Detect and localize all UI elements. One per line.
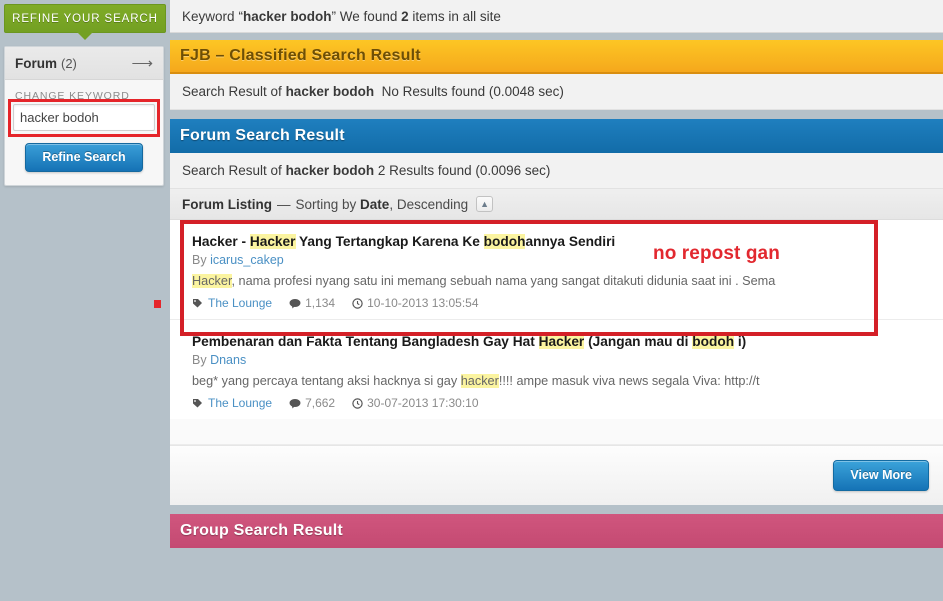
refine-header-label: REFINE YOUR SEARCH	[12, 12, 158, 25]
result-views-count: 1,134	[305, 296, 336, 310]
forum-result-prefix: Search Result of	[182, 163, 286, 178]
fjb-section: FJB – Classified Search Result Search Re…	[170, 40, 943, 110]
group-title: Group Search Result	[180, 522, 343, 539]
forum-section-footer: View More	[170, 445, 943, 505]
sidebar-item-forum[interactable]: Forum (2) ⟶	[5, 47, 163, 80]
fjb-result-prefix: Search Result of	[182, 84, 286, 99]
refine-sidebar: REFINE YOUR SEARCH Forum (2) ⟶ CHANGE KE…	[0, 0, 170, 601]
result-views-count: 7,662	[305, 396, 336, 410]
fjb-result-summary: Search Result of hacker bodoh No Results…	[170, 74, 943, 110]
keyword-input-wrap	[5, 99, 163, 137]
refine-your-search-header: REFINE YOUR SEARCH	[4, 4, 166, 40]
comment-icon	[289, 298, 301, 309]
keyword-value-text: hacker bodoh	[243, 8, 332, 24]
fjb-title: FJB – Classified Search Result	[180, 47, 421, 64]
forum-listing-dash: —	[277, 196, 291, 212]
keyword-result-count: 2	[401, 8, 409, 24]
tag-icon	[192, 398, 203, 409]
fjb-result-suffix: No Results found (0.0048 sec)	[374, 84, 564, 99]
forum-listing-sort-direction[interactable]: , Descending	[389, 197, 468, 212]
clock-icon	[352, 297, 363, 309]
result-snippet: Hacker, nama profesi nyang satu ini mema…	[192, 274, 776, 288]
chevron-up-icon[interactable]: ▲	[476, 196, 494, 212]
result-by-label: By	[192, 353, 207, 367]
sidebar-item-forum-label: Forum	[15, 55, 57, 71]
result-author-link[interactable]: Dnans	[210, 353, 246, 367]
refine-button-wrap: Refine Search	[5, 131, 163, 185]
keyword-highlight: Hacker	[192, 274, 232, 288]
refine-panel: Forum (2) ⟶ CHANGE KEYWORD Refine Search	[4, 46, 164, 186]
keyword-summary-bar: Keyword “hacker bodoh” We found 2 items …	[170, 0, 943, 33]
keyword-prefix: Keyword	[182, 8, 235, 24]
forum-title: Forum Search Result	[180, 127, 345, 144]
view-more-button[interactable]: View More	[833, 460, 929, 491]
annotation-marker-dot	[154, 300, 161, 308]
list-item[interactable]: Pembenaran dan Fakta Tentang Bangladesh …	[170, 320, 943, 419]
forum-result-keyword: hacker bodoh	[285, 163, 375, 178]
result-meta: The Lounge 1,134 10-10-2013 13:05:54	[192, 296, 929, 310]
forum-listing-sorting-text: Sorting by	[295, 196, 361, 212]
sidebar-item-forum-count: (2)	[61, 55, 77, 71]
forum-listing-label: Forum Listing	[182, 196, 272, 212]
keyword-highlight: Hacker	[538, 334, 585, 349]
forum-results-list: no repost gan Hacker - Hacker Yang Terta…	[170, 220, 943, 445]
result-author-line: By icarus_cakep	[192, 253, 929, 267]
forum-listing-sort-field[interactable]: Date	[360, 197, 389, 212]
tag-icon	[192, 298, 203, 309]
keyword-highlight: bodoh	[692, 334, 735, 349]
refine-search-button[interactable]: Refine Search	[25, 143, 143, 172]
keyword-highlight: Hacker	[249, 234, 296, 249]
keyword-highlight: hacker	[460, 374, 499, 388]
result-date: 10-10-2013 13:05:54	[352, 296, 479, 310]
result-title[interactable]: Hacker - Hacker Yang Tertangkap Karena K…	[192, 232, 929, 251]
forum-section: Forum Search Result Search Result of hac…	[170, 119, 943, 505]
fjb-section-header: FJB – Classified Search Result	[170, 40, 943, 74]
result-meta: The Lounge 7,662 30-07-2013 17:30:10	[192, 396, 929, 410]
clock-icon	[352, 397, 363, 409]
keyword-suffix-text: items in all site	[408, 8, 501, 24]
forum-listing-sort-bar: Forum Listing — Sorting by Date, Descend…	[170, 189, 943, 220]
forum-result-summary: Search Result of hacker bodoh 2 Results …	[170, 153, 943, 189]
comment-icon	[289, 398, 301, 409]
result-author-link[interactable]: icarus_cakep	[210, 253, 284, 267]
keyword-highlight: bodoh	[483, 234, 526, 249]
change-keyword-label: CHANGE KEYWORD	[15, 90, 130, 102]
result-views: 7,662	[289, 396, 335, 410]
main-content: FJB – Classified Search Result Search Re…	[170, 40, 943, 601]
group-section: Group Search Result	[170, 514, 943, 548]
result-date-text: 10-10-2013 13:05:54	[367, 296, 479, 310]
result-date-text: 30-07-2013 17:30:10	[367, 396, 479, 410]
group-section-header: Group Search Result	[170, 514, 943, 548]
result-by-label: By	[192, 253, 207, 267]
arrow-right-icon: ⟶	[131, 54, 153, 72]
result-snippet: beg* yang percaya tentang aksi hacknya s…	[192, 374, 760, 388]
forum-result-suffix: 2 Results found (0.0096 sec)	[374, 163, 551, 178]
result-views: 1,134	[289, 296, 335, 310]
keyword-search-input[interactable]	[13, 104, 155, 131]
results-spacer	[170, 419, 943, 445]
result-author-line: By Dnans	[192, 353, 929, 367]
keyword-middle-text: We found	[336, 8, 402, 24]
result-forum-link[interactable]: The Lounge	[208, 396, 272, 410]
fjb-result-keyword: hacker bodoh	[285, 84, 375, 99]
list-item[interactable]: Hacker - Hacker Yang Tertangkap Karena K…	[170, 220, 943, 319]
result-forum-link[interactable]: The Lounge	[208, 296, 272, 310]
result-date: 30-07-2013 17:30:10	[352, 396, 479, 410]
result-title[interactable]: Pembenaran dan Fakta Tentang Bangladesh …	[192, 332, 929, 351]
forum-section-header: Forum Search Result	[170, 119, 943, 153]
